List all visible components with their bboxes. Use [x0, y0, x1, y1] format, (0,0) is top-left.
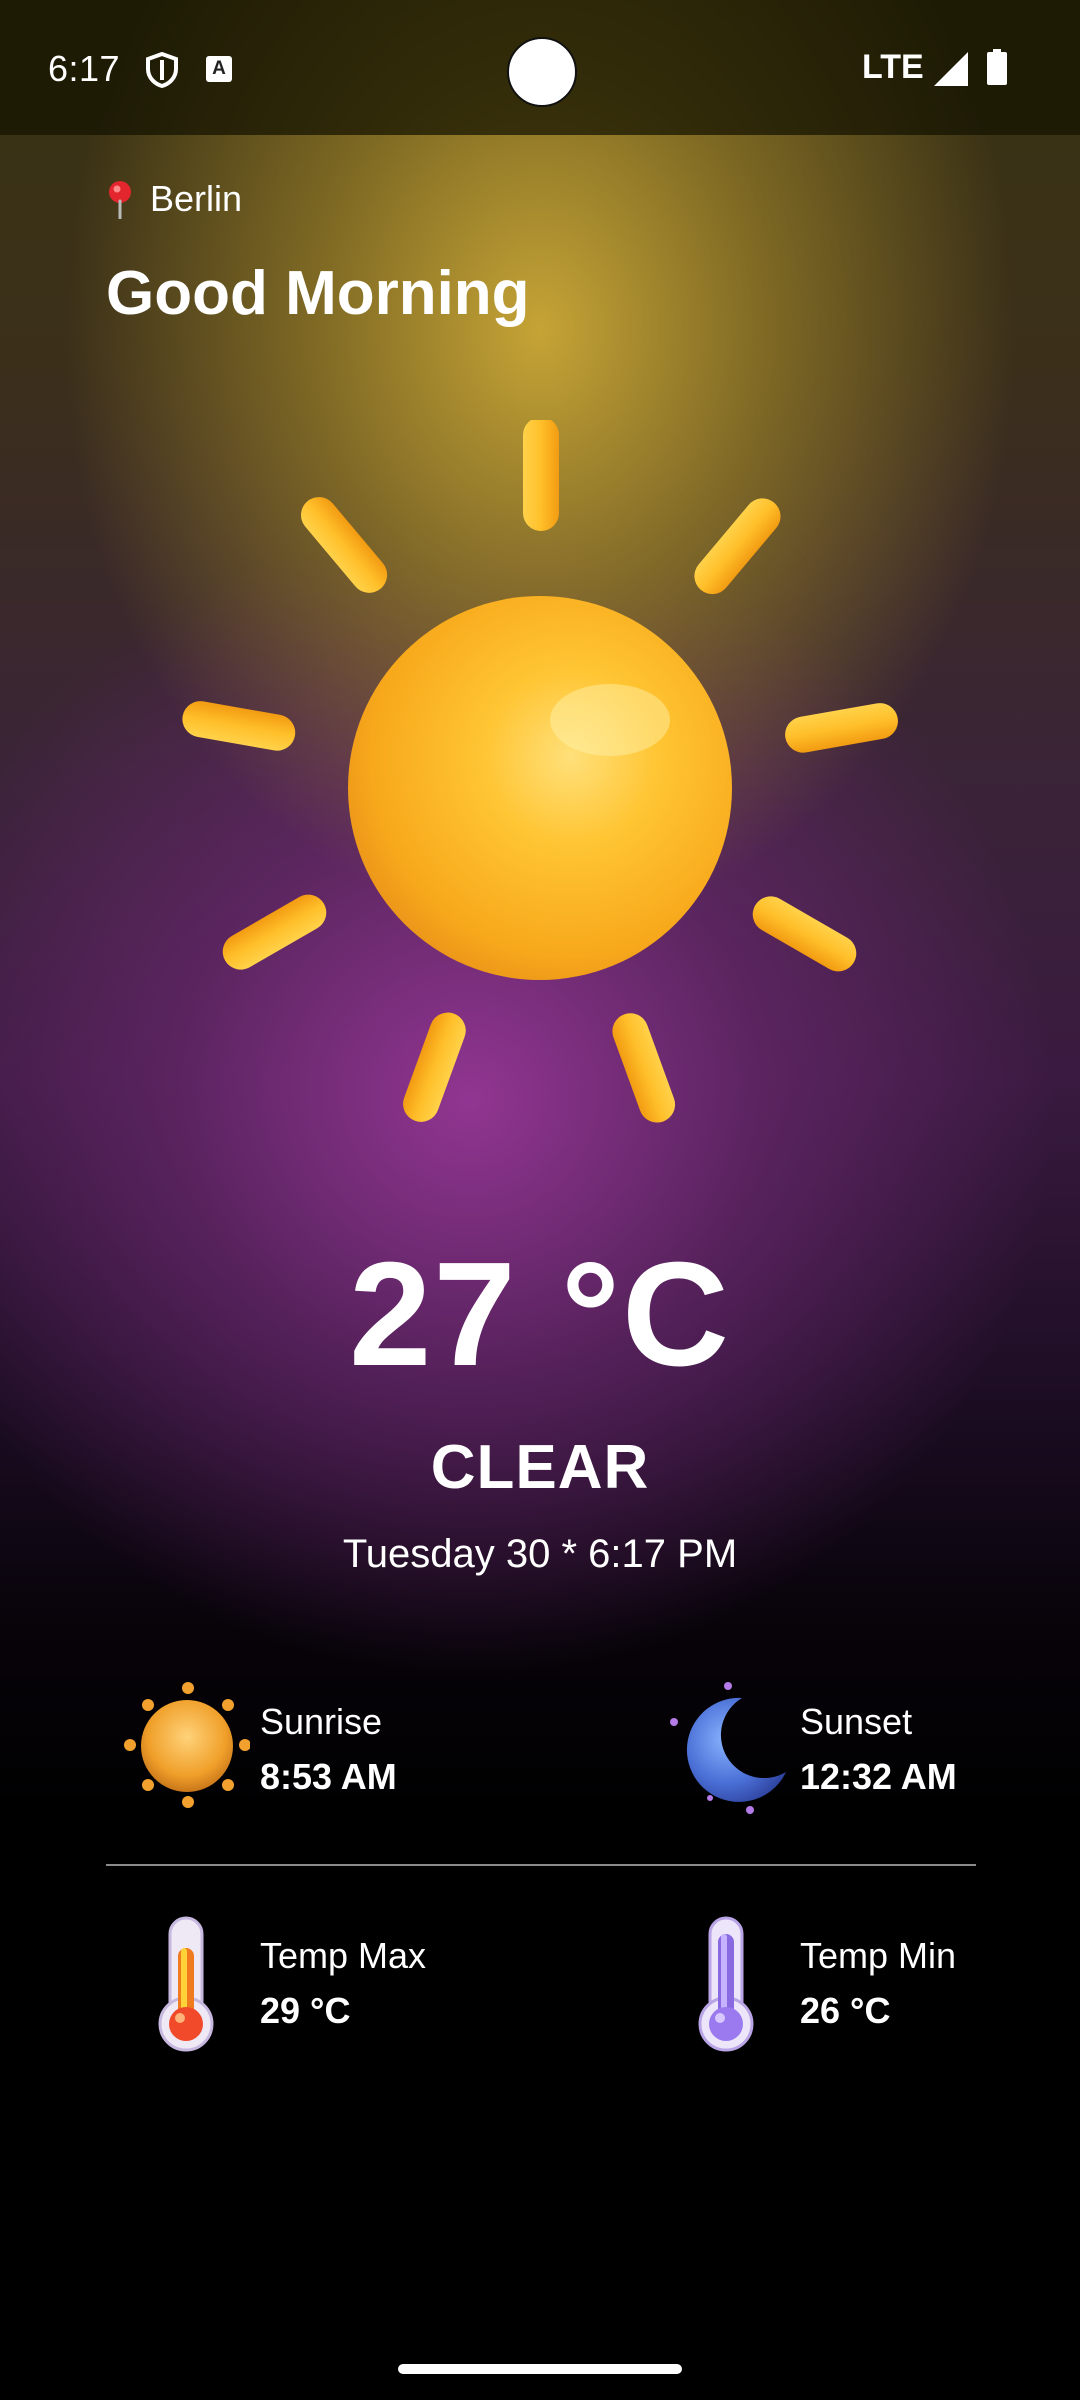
location-name: Berlin	[150, 178, 243, 219]
thermometer-cold-icon	[698, 1916, 754, 2052]
current-temperature: 27 °C	[349, 1232, 731, 1397]
network-type: LTE	[862, 48, 924, 86]
sunset-value: 12:32 AM	[800, 1755, 957, 1797]
sunrise-icon	[124, 1682, 250, 1808]
date-time: Tuesday 30 * 6:17 PM	[342, 1532, 738, 1576]
sunrise-label: Sunrise	[260, 1701, 383, 1743]
greeting-title: Good Morning	[106, 259, 530, 328]
temp-max-label: Temp Max	[260, 1935, 427, 1977]
battery-icon	[987, 49, 1007, 85]
weather-condition: CLEAR	[430, 1433, 650, 1502]
thermometer-hot-icon	[158, 1916, 214, 2052]
temp-min-stat: Temp Min 26 °C	[660, 1914, 956, 2054]
home-indicator[interactable]	[398, 2364, 682, 2374]
status-time: 6:17	[48, 48, 121, 89]
sunset-stat: Sunset 12:32 AM	[660, 1680, 957, 1820]
status-bar: 6:17 A LTE	[0, 0, 1080, 135]
temp-max-value: 29 °C	[260, 1989, 351, 2031]
sun-icon	[182, 420, 898, 1123]
moon-icon	[670, 1682, 786, 1814]
sunset-label: Sunset	[800, 1701, 913, 1743]
sunrise-value: 8:53 AM	[260, 1755, 397, 1797]
shield-icon	[146, 52, 178, 88]
temp-min-label: Temp Min	[800, 1935, 957, 1977]
temp-min-value: 26 °C	[800, 1989, 891, 2031]
sunrise-stat: Sunrise 8:53 AM	[120, 1680, 397, 1820]
camera-cutout	[507, 37, 577, 107]
location-pin-icon	[109, 181, 131, 219]
location: Berlin	[106, 178, 242, 220]
signal-icon	[934, 52, 968, 86]
temp-max-stat: Temp Max 29 °C	[120, 1914, 426, 2054]
divider	[106, 1864, 976, 1866]
app-notification-icon: A	[206, 56, 232, 82]
